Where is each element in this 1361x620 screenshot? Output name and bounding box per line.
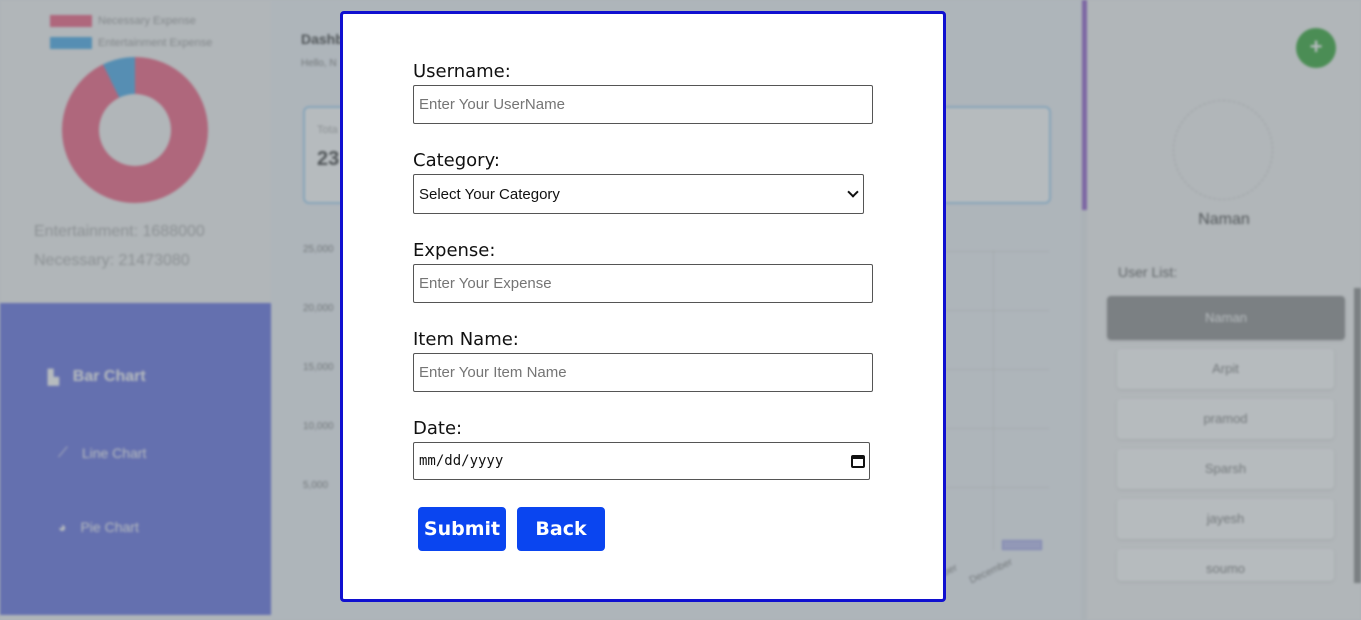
back-button[interactable]: Back [517,507,605,551]
add-expense-modal: Username: Enter Your UserName Category: … [340,11,946,602]
category-select[interactable]: Select Your Category [413,174,864,214]
item-name-label: Item Name: [413,329,519,350]
chevron-down-icon [847,186,859,198]
category-label: Category: [413,150,500,171]
category-select-value: Select Your Category [419,185,560,203]
date-input-value: mm/dd/yyyy [419,453,504,469]
username-label: Username: [413,61,511,82]
expense-input[interactable]: Enter Your Expense [413,264,873,303]
submit-button[interactable]: Submit [418,507,506,551]
item-name-input[interactable]: Enter Your Item Name [413,353,873,392]
expense-label: Expense: [413,240,496,261]
username-input[interactable]: Enter Your UserName [413,85,873,124]
calendar-icon[interactable] [851,454,865,468]
date-input[interactable]: mm/dd/yyyy [413,442,870,480]
date-label: Date: [413,418,463,439]
